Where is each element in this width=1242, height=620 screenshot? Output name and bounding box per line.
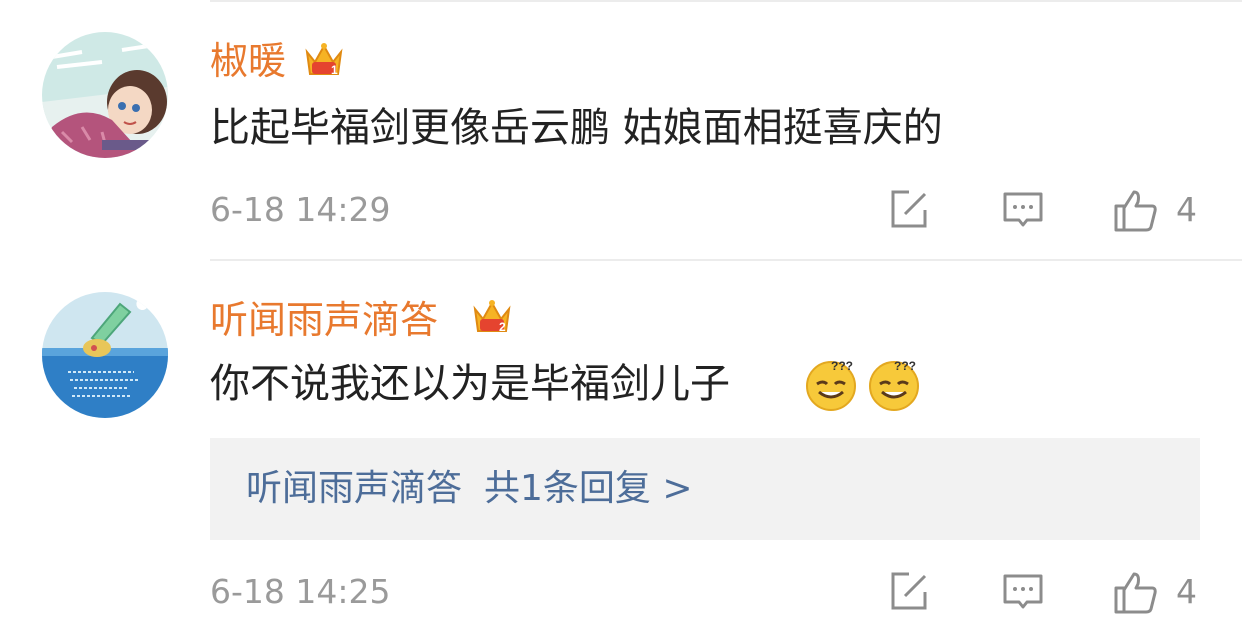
crown-badge-icon: 2 (473, 300, 511, 334)
top-divider (210, 0, 1242, 2)
timestamp: 6-18 14:29 (210, 190, 391, 229)
avatar[interactable] (42, 32, 168, 158)
comment-text: 你不说我还以为是毕福剑儿子 (210, 361, 730, 407)
comment-text: 比起毕福剑更像岳云鹏 姑娘面相挺喜庆的 (210, 105, 943, 151)
avatar[interactable] (42, 292, 168, 418)
reply-summary-box[interactable]: 听闻雨声滴答 共1条回复 > (210, 438, 1200, 540)
reply-summary-link[interactable]: 听闻雨声滴答 共1条回复 > (246, 466, 693, 512)
crown-badge-icon: 1 (305, 43, 343, 77)
reply-count: 共1条回复 > (484, 468, 693, 509)
comment-icon[interactable] (1001, 570, 1045, 614)
svg-text:???: ??? (831, 359, 853, 373)
thumbs-up-icon[interactable] (1112, 568, 1160, 616)
like-count: 4 (1176, 190, 1197, 229)
edit-repost-icon[interactable] (887, 188, 931, 232)
comment-icon[interactable] (1001, 188, 1045, 232)
timestamp: 6-18 14:25 (210, 572, 391, 611)
reply-author: 听闻雨声滴答 (246, 468, 463, 509)
edit-repost-icon[interactable] (887, 570, 931, 614)
thumbs-up-icon[interactable] (1112, 186, 1160, 234)
confused-face-emoji-icon: ??? (869, 359, 919, 411)
confused-face-emoji-icon: ??? (806, 359, 856, 411)
svg-text:???: ??? (894, 359, 916, 373)
username[interactable]: 椒暖 (210, 37, 286, 85)
svg-text:1: 1 (331, 63, 338, 77)
like-count: 4 (1176, 572, 1197, 611)
svg-text:2: 2 (499, 320, 506, 334)
comment-divider (210, 259, 1242, 261)
username[interactable]: 听闻雨声滴答 (210, 296, 438, 344)
